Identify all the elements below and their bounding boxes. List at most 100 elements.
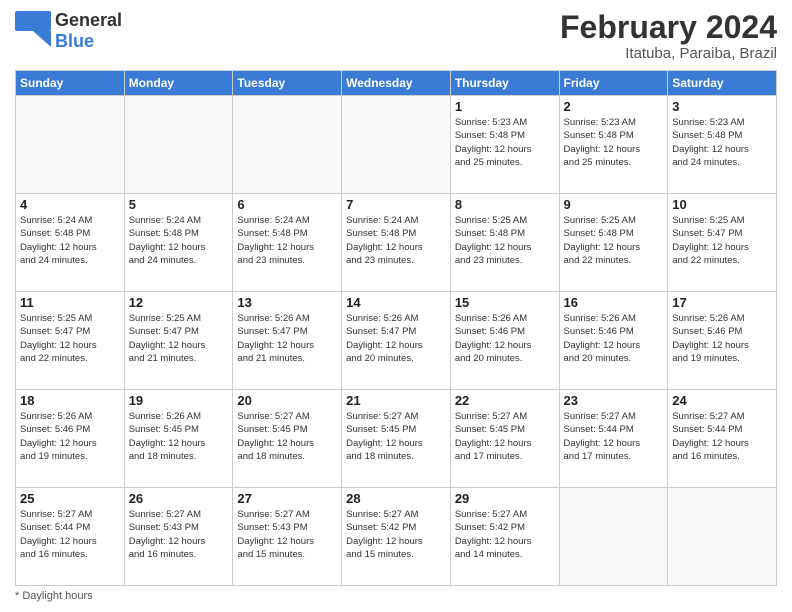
day-number: 26: [129, 491, 229, 506]
day-info: Sunrise: 5:27 AM Sunset: 5:42 PM Dayligh…: [346, 508, 446, 561]
calendar-cell: 21 Sunrise: 5:27 AM Sunset: 5:45 PM Dayli…: [342, 390, 451, 488]
calendar-cell: 27 Sunrise: 5:27 AM Sunset: 5:43 PM Dayli…: [233, 488, 342, 586]
calendar-cell: [233, 96, 342, 194]
calendar-cell: 17 Sunrise: 5:26 AM Sunset: 5:46 PM Dayli…: [668, 292, 777, 390]
day-info: Sunrise: 5:27 AM Sunset: 5:43 PM Dayligh…: [129, 508, 229, 561]
calendar-cell: 20 Sunrise: 5:27 AM Sunset: 5:45 PM Dayli…: [233, 390, 342, 488]
calendar-cell: 29 Sunrise: 5:27 AM Sunset: 5:42 PM Dayli…: [450, 488, 559, 586]
calendar-week-1: 4 Sunrise: 5:24 AM Sunset: 5:48 PM Daylig…: [16, 194, 777, 292]
calendar-cell: [124, 96, 233, 194]
calendar-cell: 23 Sunrise: 5:27 AM Sunset: 5:44 PM Dayli…: [559, 390, 668, 488]
day-info: Sunrise: 5:27 AM Sunset: 5:44 PM Dayligh…: [564, 410, 664, 463]
weekday-header-monday: Monday: [124, 71, 233, 96]
weekday-header-row: SundayMondayTuesdayWednesdayThursdayFrid…: [16, 71, 777, 96]
day-number: 16: [564, 295, 664, 310]
calendar-cell: 11 Sunrise: 5:25 AM Sunset: 5:47 PM Dayli…: [16, 292, 125, 390]
calendar-cell: 7Sunrise: 5:24 AM Sunset: 5:48 PM Daylig…: [342, 194, 451, 292]
calendar-cell: 19Sunrise: 5:26 AM Sunset: 5:45 PM Dayli…: [124, 390, 233, 488]
day-number: 8: [455, 197, 555, 212]
day-number: 24: [672, 393, 772, 408]
day-number: 20: [237, 393, 337, 408]
calendar-cell: 3Sunrise: 5:23 AM Sunset: 5:48 PM Daylig…: [668, 96, 777, 194]
logo-mark: [15, 11, 51, 52]
calendar-cell: [559, 488, 668, 586]
calendar-week-4: 25Sunrise: 5:27 AM Sunset: 5:44 PM Dayli…: [16, 488, 777, 586]
day-info: Sunrise: 5:27 AM Sunset: 5:44 PM Dayligh…: [20, 508, 120, 561]
calendar-cell: [16, 96, 125, 194]
calendar-cell: [668, 488, 777, 586]
day-info: Sunrise: 5:23 AM Sunset: 5:48 PM Dayligh…: [455, 116, 555, 169]
day-number: 2: [564, 99, 664, 114]
day-info: Sunrise: 5:24 AM Sunset: 5:48 PM Dayligh…: [237, 214, 337, 267]
logo-general: General: [55, 10, 122, 30]
day-info: Sunrise: 5:26 AM Sunset: 5:46 PM Dayligh…: [672, 312, 772, 365]
daylight-label: Daylight hours: [22, 590, 92, 602]
day-number: 4: [20, 197, 120, 212]
day-number: 14: [346, 295, 446, 310]
day-info: Sunrise: 5:23 AM Sunset: 5:48 PM Dayligh…: [564, 116, 664, 169]
day-info: Sunrise: 5:27 AM Sunset: 5:42 PM Dayligh…: [455, 508, 555, 561]
day-info: Sunrise: 5:25 AM Sunset: 5:47 PM Dayligh…: [129, 312, 229, 365]
logo: General Blue: [15, 10, 122, 52]
day-info: Sunrise: 5:25 AM Sunset: 5:48 PM Dayligh…: [564, 214, 664, 267]
weekday-header-thursday: Thursday: [450, 71, 559, 96]
day-info: Sunrise: 5:26 AM Sunset: 5:46 PM Dayligh…: [20, 410, 120, 463]
day-info: Sunrise: 5:25 AM Sunset: 5:48 PM Dayligh…: [455, 214, 555, 267]
day-number: 29: [455, 491, 555, 506]
header: General Blue February 2024 Itatuba, Para…: [15, 10, 777, 62]
day-info: Sunrise: 5:27 AM Sunset: 5:45 PM Dayligh…: [237, 410, 337, 463]
location-subtitle: Itatuba, Paraiba, Brazil: [560, 45, 777, 62]
calendar-cell: 22Sunrise: 5:27 AM Sunset: 5:45 PM Dayli…: [450, 390, 559, 488]
day-info: Sunrise: 5:27 AM Sunset: 5:43 PM Dayligh…: [237, 508, 337, 561]
day-number: 15: [455, 295, 555, 310]
day-number: 1: [455, 99, 555, 114]
day-number: 18: [20, 393, 120, 408]
day-info: Sunrise: 5:26 AM Sunset: 5:47 PM Dayligh…: [346, 312, 446, 365]
day-number: 23: [564, 393, 664, 408]
calendar-cell: [342, 96, 451, 194]
weekday-header-friday: Friday: [559, 71, 668, 96]
footer-note: * Daylight hours: [15, 590, 777, 602]
logo-text: General Blue: [55, 10, 122, 52]
day-number: 27: [237, 491, 337, 506]
day-number: 21: [346, 393, 446, 408]
month-year-title: February 2024: [560, 10, 777, 45]
calendar-cell: 24Sunrise: 5:27 AM Sunset: 5:44 PM Dayli…: [668, 390, 777, 488]
day-number: 17: [672, 295, 772, 310]
calendar-cell: 26 Sunrise: 5:27 AM Sunset: 5:43 PM Dayli…: [124, 488, 233, 586]
day-info: Sunrise: 5:25 AM Sunset: 5:47 PM Dayligh…: [20, 312, 120, 365]
weekday-header-saturday: Saturday: [668, 71, 777, 96]
calendar-cell: 13 Sunrise: 5:26 AM Sunset: 5:47 PM Dayli…: [233, 292, 342, 390]
day-number: 13: [237, 295, 337, 310]
calendar-week-2: 11 Sunrise: 5:25 AM Sunset: 5:47 PM Dayli…: [16, 292, 777, 390]
day-info: Sunrise: 5:27 AM Sunset: 5:45 PM Dayligh…: [346, 410, 446, 463]
logo-blue: Blue: [55, 31, 94, 51]
title-block: February 2024 Itatuba, Paraiba, Brazil: [560, 10, 777, 62]
calendar-week-0: 1 Sunrise: 5:23 AM Sunset: 5:48 PM Daylig…: [16, 96, 777, 194]
calendar-cell: 16 Sunrise: 5:26 AM Sunset: 5:46 PM Dayli…: [559, 292, 668, 390]
day-info: Sunrise: 5:24 AM Sunset: 5:48 PM Dayligh…: [20, 214, 120, 267]
calendar-week-3: 18 Sunrise: 5:26 AM Sunset: 5:46 PM Dayli…: [16, 390, 777, 488]
day-number: 6: [237, 197, 337, 212]
day-number: 10: [672, 197, 772, 212]
day-info: Sunrise: 5:23 AM Sunset: 5:48 PM Dayligh…: [672, 116, 772, 169]
day-number: 12: [129, 295, 229, 310]
day-info: Sunrise: 5:25 AM Sunset: 5:47 PM Dayligh…: [672, 214, 772, 267]
calendar-cell: 8 Sunrise: 5:25 AM Sunset: 5:48 PM Daylig…: [450, 194, 559, 292]
calendar-cell: 6 Sunrise: 5:24 AM Sunset: 5:48 PM Daylig…: [233, 194, 342, 292]
day-number: 9: [564, 197, 664, 212]
day-info: Sunrise: 5:24 AM Sunset: 5:48 PM Dayligh…: [129, 214, 229, 267]
day-info: Sunrise: 5:24 AM Sunset: 5:48 PM Dayligh…: [346, 214, 446, 267]
calendar-cell: 2 Sunrise: 5:23 AM Sunset: 5:48 PM Daylig…: [559, 96, 668, 194]
day-number: 19: [129, 393, 229, 408]
calendar-cell: 5 Sunrise: 5:24 AM Sunset: 5:48 PM Daylig…: [124, 194, 233, 292]
day-info: Sunrise: 5:26 AM Sunset: 5:46 PM Dayligh…: [564, 312, 664, 365]
calendar-cell: 14 Sunrise: 5:26 AM Sunset: 5:47 PM Dayli…: [342, 292, 451, 390]
calendar-cell: 9 Sunrise: 5:25 AM Sunset: 5:48 PM Daylig…: [559, 194, 668, 292]
calendar-cell: 25Sunrise: 5:27 AM Sunset: 5:44 PM Dayli…: [16, 488, 125, 586]
day-number: 22: [455, 393, 555, 408]
day-number: 11: [20, 295, 120, 310]
calendar-table: SundayMondayTuesdayWednesdayThursdayFrid…: [15, 70, 777, 586]
day-number: 5: [129, 197, 229, 212]
day-info: Sunrise: 5:26 AM Sunset: 5:47 PM Dayligh…: [237, 312, 337, 365]
